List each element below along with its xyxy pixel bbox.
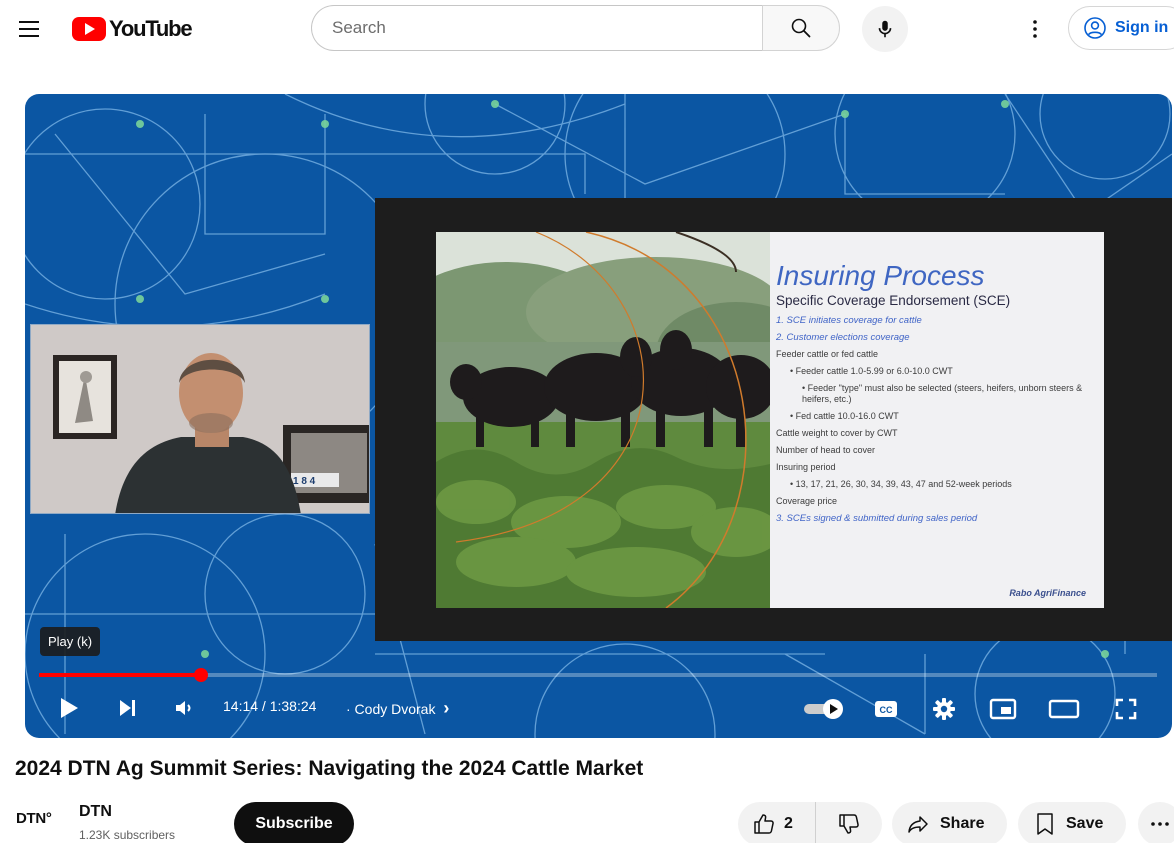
- youtube-logo[interactable]: YouTube: [72, 16, 193, 42]
- mic-icon: [878, 20, 892, 38]
- youtube-play-icon: [72, 17, 106, 41]
- search-input[interactable]: [311, 5, 763, 51]
- slide-list: 1. SCE initiates coverage for cattle 2. …: [776, 315, 1098, 524]
- dislike-button[interactable]: [816, 802, 882, 843]
- slide-list-item: 3. SCEs signed & submitted during sales …: [776, 513, 978, 524]
- theater-mode-button[interactable]: [1047, 695, 1081, 723]
- slide-list-item: Coverage price: [776, 496, 838, 506]
- fullscreen-button[interactable]: [1111, 694, 1141, 724]
- menu-button[interactable]: [14, 14, 44, 44]
- play-tooltip: Play (k): [40, 627, 101, 656]
- progress-bar[interactable]: [39, 668, 1157, 682]
- time-display: 14:14 / 1:38:24: [223, 698, 317, 714]
- slide-list-item: Insuring period: [776, 462, 836, 472]
- speaker-video-frame: 1 8 4: [31, 325, 369, 513]
- subscriber-count: 1.23K subscribers: [79, 828, 176, 842]
- channel-avatar[interactable]: DTN°: [16, 810, 52, 827]
- autoplay-toggle[interactable]: [801, 696, 847, 722]
- chapter-title[interactable]: · Cody Dvorak ›: [346, 698, 449, 719]
- masthead: YouTube Sign in: [0, 0, 1174, 58]
- search-icon: [791, 18, 811, 38]
- channel-name[interactable]: DTN: [79, 803, 112, 821]
- slide-list-item: • 13, 17, 21, 26, 30, 34, 39, 43, 47 and…: [790, 479, 1012, 489]
- like-button[interactable]: 2: [738, 802, 816, 843]
- more-actions-button[interactable]: [1138, 802, 1174, 843]
- share-button[interactable]: Share: [892, 802, 1007, 843]
- presentation-frame: Insuring Process Specific Coverage Endor…: [375, 198, 1172, 641]
- webcam-sign-text: 1 8 4: [293, 476, 316, 487]
- slide-list-item: Feeder cattle or fed cattle: [776, 349, 879, 359]
- chevron-right-icon: ›: [443, 698, 450, 718]
- menu-icon-bar: [19, 28, 39, 30]
- menu-icon-bar: [19, 21, 39, 23]
- more-horiz-icon: [1151, 822, 1169, 826]
- settings-more-button[interactable]: [1022, 14, 1048, 44]
- save-label: Save: [1066, 815, 1104, 832]
- scrubber-handle[interactable]: [194, 668, 209, 682]
- slide-text-panel: Insuring Process Specific Coverage Endor…: [776, 246, 1098, 598]
- slide-list-item: 1. SCE initiates coverage for cattle: [776, 315, 922, 326]
- autoplay-toggle-icon: [804, 699, 843, 719]
- share-icon: [908, 816, 928, 833]
- theater-icon: [1048, 699, 1080, 719]
- slide-list-item: • Feeder cattle 1.0-5.99 or 6.0-10.0 CWT: [790, 366, 953, 376]
- voice-search-button[interactable]: [862, 6, 908, 52]
- volume-icon: [176, 701, 191, 715]
- sign-in-button[interactable]: Sign in: [1068, 6, 1174, 50]
- settings-button[interactable]: [929, 694, 959, 724]
- subscribe-button[interactable]: Subscribe: [234, 802, 354, 843]
- save-button[interactable]: Save: [1018, 802, 1126, 843]
- slide-list-item: Cattle weight to cover by CWT: [776, 428, 898, 438]
- sign-in-label: Sign in: [1115, 19, 1169, 36]
- mute-button[interactable]: [169, 694, 199, 722]
- like-count: 2: [784, 815, 793, 832]
- youtube-wordmark: YouTube: [109, 16, 193, 41]
- cattle-photo: [436, 232, 770, 608]
- save-icon: [1037, 813, 1053, 835]
- slide-list-item: 2. Customer elections coverage: [776, 332, 910, 343]
- thumb-down-icon: [839, 814, 859, 834]
- presentation-slide: Insuring Process Specific Coverage Endor…: [436, 232, 1104, 608]
- slide-list-item: • Fed cattle 10.0-16.0 CWT: [790, 411, 899, 421]
- play-button[interactable]: [53, 694, 85, 722]
- miniplayer-button[interactable]: [987, 695, 1019, 723]
- play-icon: [61, 698, 78, 718]
- chapter-label: · Cody Dvorak: [346, 701, 436, 717]
- fullscreen-icon: [1115, 698, 1137, 720]
- subtitles-button[interactable]: CC: [871, 695, 901, 723]
- slide-list-item: • Feeder "type" must also be selected (s…: [802, 383, 1083, 404]
- cc-icon: CC: [875, 701, 897, 717]
- thumb-up-icon: [754, 814, 774, 834]
- search-button[interactable]: [762, 5, 840, 51]
- menu-icon-bar: [19, 35, 39, 37]
- settings-icon: [933, 698, 955, 720]
- progress-played: [39, 673, 202, 677]
- video-player[interactable]: 1 8 4 Insuring Process Specific Coverage…: [25, 94, 1172, 738]
- like-dislike-group: 2: [738, 802, 882, 843]
- cc-text: CC: [880, 705, 893, 715]
- more-vert-icon: [1033, 20, 1037, 38]
- video-title: 2024 DTN Ag Summit Series: Navigating th…: [15, 757, 644, 780]
- slide-brand-logo: Rabo AgriFinance: [1009, 588, 1086, 598]
- speaker-webcam: 1 8 4: [30, 324, 370, 514]
- next-icon: [120, 700, 135, 716]
- share-label: Share: [940, 815, 985, 832]
- miniplayer-icon: [989, 698, 1017, 720]
- next-button[interactable]: [113, 694, 143, 722]
- account-circle-icon: [1084, 17, 1106, 39]
- slide-title: Insuring Process: [776, 260, 985, 291]
- slide-list-item: Number of head to cover: [776, 445, 876, 455]
- slide-subtitle: Specific Coverage Endorsement (SCE): [776, 293, 1011, 308]
